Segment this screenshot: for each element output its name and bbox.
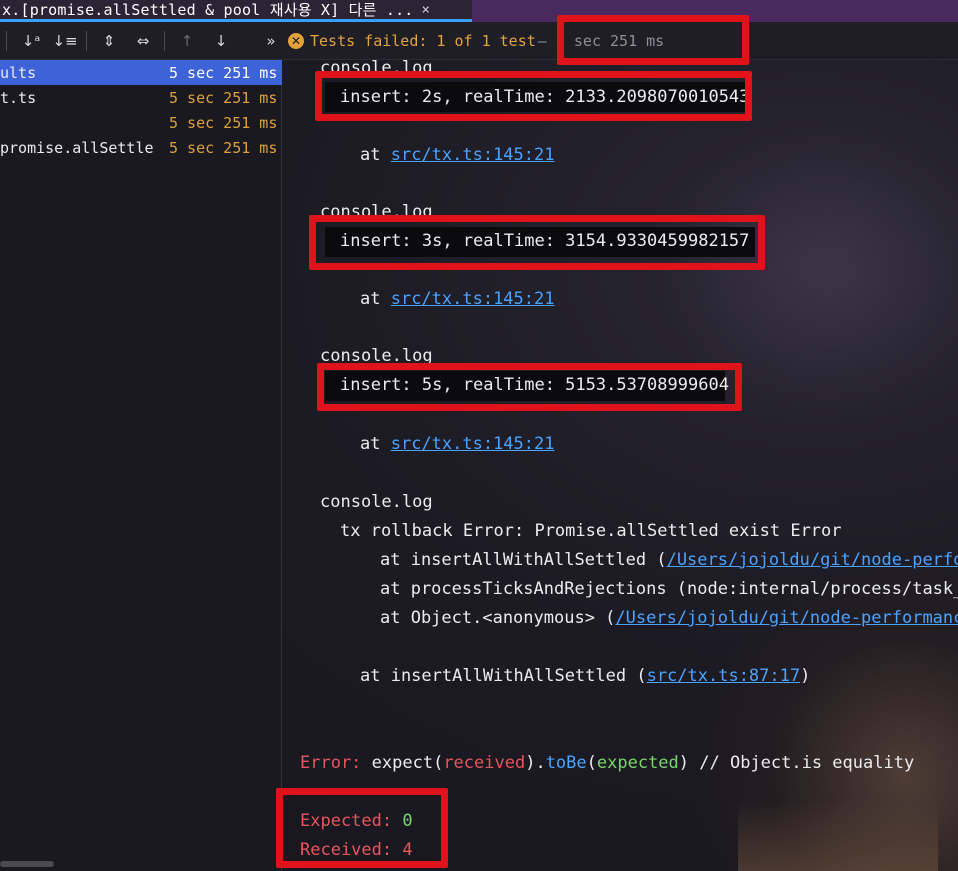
stack-frame: at Object.<anonymous> (/Users/jojoldu/gi… [380,608,958,628]
close-icon[interactable]: × [422,2,430,18]
stack-frame: at src/tx.ts:145:21 [360,289,554,309]
stack-frame: at src/tx.ts:145:21 [360,145,554,165]
console-log-header: console.log [320,492,433,512]
expected-token: expected [596,753,679,773]
error-label: Error: [300,753,362,773]
tobe-method: toBe [545,753,587,773]
received-token: received [443,753,526,773]
more-actions-icon[interactable]: » [260,30,282,52]
tree-item-duration: 5 sec 251 ms [169,138,278,157]
source-link[interactable]: src/tx.ts:145:21 [391,289,555,309]
tree-item-test-case[interactable]: promise.allSettle 5 sec 251 ms [0,135,282,160]
error-tail: ) // Object.is equality [678,753,915,773]
expand-all-icon[interactable]: ⇕ [98,30,120,52]
failed-status-icon: ✕ [288,33,304,49]
toolbar-divider [164,31,165,51]
next-failed-test-icon[interactable]: ↓ [210,30,232,52]
tree-item-duration: 5 sec 251 ms [169,113,278,132]
stack-frame-prefix: at processTicksAndRejections (node:inter… [380,579,958,599]
tree-item-test-file[interactable]: t.ts 5 sec 251 ms [0,85,282,110]
rollback-error-message: tx rollback Error: Promise.allSettled ex… [340,521,842,541]
annotation-box-duration [557,15,749,65]
run-tab[interactable]: x.[promise.allSettled & pool 재사용 X] 다른 .… [0,0,472,19]
stack-frame: at insertAllWithAllSettled (src/tx.ts:87… [360,666,810,686]
annotation-box-3s [309,215,765,270]
close-paren-dot: ). [525,753,546,773]
tests-failed-text: Tests failed: 1 of 1 test [310,32,536,50]
assertion-error-line: Error: expect(received).toBe(expected) /… [300,753,914,773]
tree-item-label: t.ts [0,88,37,107]
expect-call: expect( [361,753,444,773]
editor-tab-bar: x.[promise.allSettled & pool 재사용 X] 다른 .… [0,0,958,22]
source-link[interactable]: src/tx.ts:145:21 [391,145,555,165]
console-output: console.log insert: 2s, realTime: 2133.2… [283,60,958,871]
stack-frame: at src/tx.ts:145:21 [360,434,554,454]
tree-item-label: promise.allSettle [0,138,154,157]
collapse-all-icon[interactable]: ⇔ [132,30,154,52]
stack-frame-prefix: at insertAllWithAllSettled ( [380,550,667,570]
tree-item-duration: 5 sec 251 ms [169,63,278,82]
tree-item-test-results[interactable]: ults 5 sec 251 ms [0,60,282,85]
tree-item-duration: 5 sec 251 ms [169,88,278,107]
stack-frame-prefix: at [360,145,391,165]
stack-frame: at insertAllWithAllSettled (/Users/jojol… [380,550,958,570]
source-link[interactable]: src/tx.ts:145:21 [391,434,555,454]
previous-failed-test-icon[interactable]: ↑ [176,30,198,52]
source-link[interactable]: /Users/jojoldu/git/node-perfor [667,550,958,570]
stack-frame-prefix: at [360,289,391,309]
stack-frame-suffix: ) [800,666,811,686]
sort-alphabetically-icon[interactable]: ↓ᵃ [20,30,42,52]
stack-frame-prefix: at insertAllWithAllSettled ( [360,666,647,686]
stack-frame: at processTicksAndRejections (node:inter… [380,579,958,599]
annotation-box-result [276,788,448,868]
annotation-box-2s [315,71,752,121]
source-link[interactable]: src/tx.ts:87:17 [647,666,801,686]
stack-frame-prefix: at [360,434,391,454]
sort-by-duration-icon[interactable]: ↓≡ [52,30,77,52]
toolbar-divider [86,31,87,51]
run-tab-label: x.[promise.allSettled & pool 재사용 X] 다른 .… [2,1,414,19]
source-link[interactable]: /Users/jojoldu/git/node-performance [615,608,958,628]
tree-item-label: ults [0,63,37,82]
test-runner-toolbar: ↓ᵃ ↓≡ ⇕ ⇔ ↑ ↓ » ✕ Tests failed: 1 of 1 t… [0,22,958,60]
horizontal-scrollbar[interactable] [0,861,54,867]
toolbar-divider [6,31,7,51]
open-paren: ( [586,753,597,773]
annotation-box-5s [317,363,742,411]
tree-item-describe-block[interactable]: 5 sec 251 ms [0,110,282,135]
stack-frame-prefix: at Object.<anonymous> ( [380,608,616,628]
test-results-tree: ults 5 sec 251 ms t.ts 5 sec 251 ms 5 se… [0,60,282,871]
